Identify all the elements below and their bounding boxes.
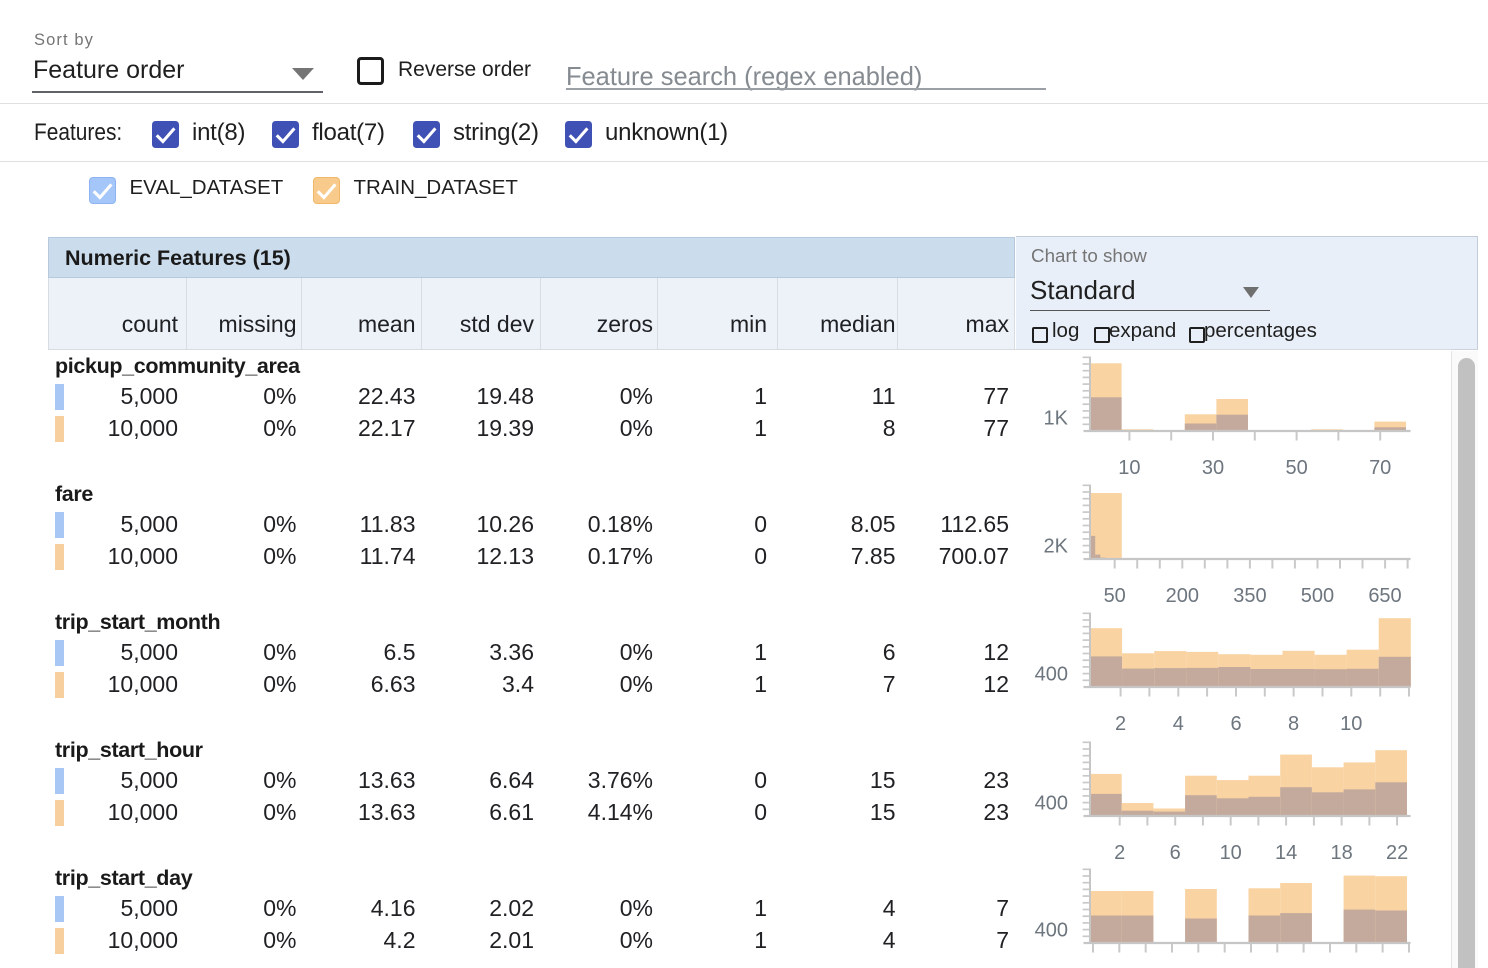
svg-text:14: 14 xyxy=(1275,842,1297,864)
svg-text:2: 2 xyxy=(1115,713,1126,735)
svg-text:50: 50 xyxy=(1285,457,1307,479)
svg-text:4: 4 xyxy=(1173,713,1184,735)
svg-text:70: 70 xyxy=(1369,457,1391,479)
svg-text:10: 10 xyxy=(1340,713,1362,735)
svg-text:10: 10 xyxy=(1220,842,1242,864)
svg-text:6: 6 xyxy=(1230,713,1241,735)
svg-text:200: 200 xyxy=(1166,585,1199,607)
svg-text:650: 650 xyxy=(1368,585,1401,607)
svg-text:50: 50 xyxy=(1104,585,1126,607)
svg-text:2K: 2K xyxy=(1044,535,1069,557)
svg-text:10: 10 xyxy=(1118,457,1140,479)
svg-text:22: 22 xyxy=(1386,842,1408,864)
svg-text:2: 2 xyxy=(1114,842,1125,864)
svg-text:350: 350 xyxy=(1233,585,1266,607)
svg-text:18: 18 xyxy=(1330,842,1352,864)
svg-text:400: 400 xyxy=(1035,663,1068,685)
svg-text:8: 8 xyxy=(1288,713,1299,735)
svg-text:500: 500 xyxy=(1301,585,1334,607)
svg-text:1K: 1K xyxy=(1044,407,1069,429)
svg-text:30: 30 xyxy=(1202,457,1224,479)
svg-text:6: 6 xyxy=(1170,842,1181,864)
svg-text:400: 400 xyxy=(1035,919,1068,941)
svg-text:400: 400 xyxy=(1035,792,1068,814)
